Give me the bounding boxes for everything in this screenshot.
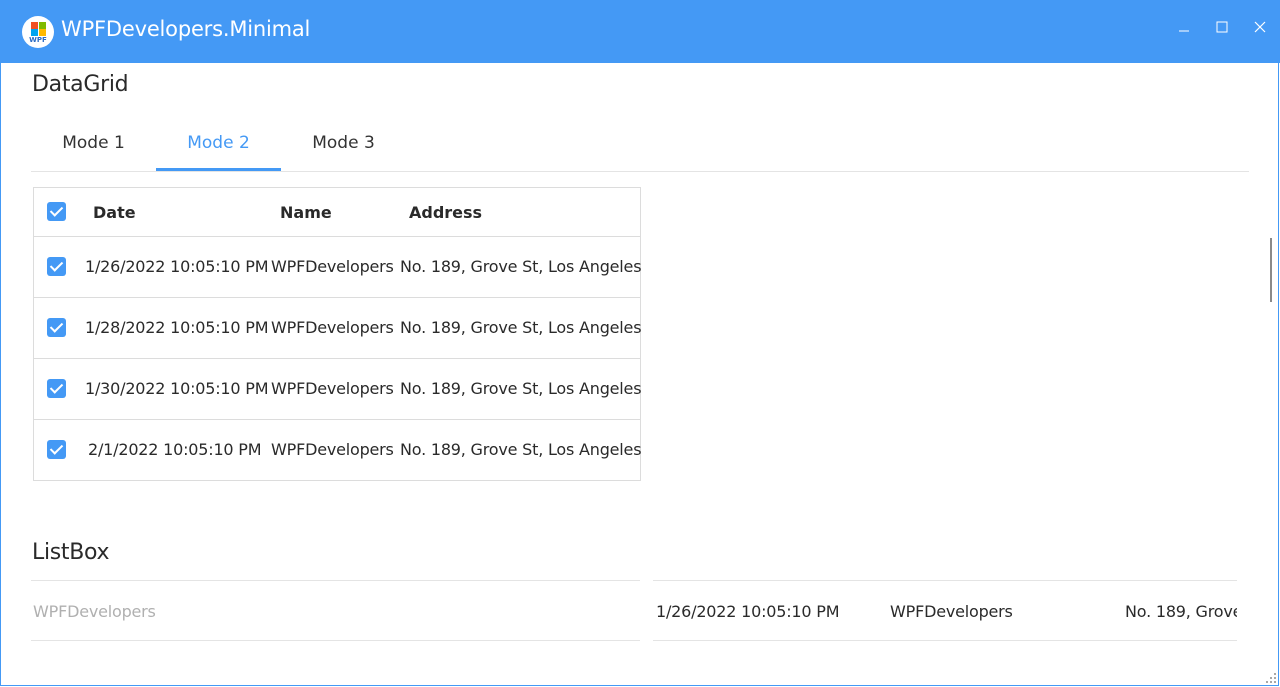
cell-address: No. 189, Grove St, Los Angeles [400,257,642,276]
tab-divider [31,171,1249,172]
data-grid: Date Name Address 1/26/2022 10:05:10 PM … [33,187,642,481]
cell-date: 1/28/2022 10:05:10 PM [85,318,269,337]
listbox-section-title: ListBox [32,540,110,565]
resize-grip-icon[interactable] [1266,673,1276,683]
row-checkbox[interactable] [47,440,66,459]
datagrid-section-title: DataGrid [32,72,129,97]
table-row[interactable]: 2/1/2022 10:05:10 PM WPFDevelopers No. 1… [34,420,642,481]
select-all-checkbox[interactable] [47,202,66,221]
listbox-item-name: WPFDevelopers [890,602,1013,621]
cell-name: WPFDevelopers [271,440,394,459]
cell-address: No. 189, Grove St, Los Angeles [400,440,642,459]
column-header-date[interactable]: Date [93,203,136,222]
row-checkbox[interactable] [47,318,66,337]
table-row[interactable]: 1/26/2022 10:05:10 PM WPFDevelopers No. … [34,237,642,298]
cell-name: WPFDevelopers [271,318,394,337]
listbox-bottom-divider [653,640,1237,641]
row-checkbox[interactable] [47,257,66,276]
tab-mode-3[interactable]: Mode 3 [281,123,406,171]
title-bar: WPF WPFDevelopers.Minimal [0,0,1280,63]
cell-date: 1/26/2022 10:05:10 PM [85,257,269,276]
close-icon [1254,21,1266,33]
maximize-icon [1216,21,1228,33]
column-header-address[interactable]: Address [409,203,482,222]
cell-address: No. 189, Grove St, Los Angeles [400,379,642,398]
cell-name: WPFDevelopers [271,379,394,398]
listbox-item-address: No. 189, Grove [1125,602,1237,621]
listbox-item[interactable]: WPFDevelopers [33,602,156,621]
table-row[interactable]: 1/30/2022 10:05:10 PM WPFDevelopers No. … [34,359,642,420]
cell-address: No. 189, Grove St, Los Angeles [400,318,642,337]
column-header-name[interactable]: Name [280,203,332,222]
cell-name: WPFDevelopers [271,257,394,276]
vertical-scrollbar-thumb[interactable] [1270,238,1272,302]
listbox-item[interactable]: 1/26/2022 10:05:10 PM WPFDevelopers No. … [653,581,1237,640]
tab-mode-2[interactable]: Mode 2 [156,123,281,171]
table-row[interactable]: 1/28/2022 10:05:10 PM WPFDevelopers No. … [34,298,642,359]
app-logo-icon: WPF [22,16,54,48]
grid-header: Date Name Address [34,188,640,237]
listbox-top-divider [31,580,640,581]
row-checkbox[interactable] [47,379,66,398]
minimize-button[interactable] [1173,18,1195,40]
close-button[interactable] [1249,18,1271,40]
listbox-item-date: 1/26/2022 10:05:10 PM [656,602,840,621]
logo-text: WPF [29,36,47,44]
cell-date: 2/1/2022 10:05:10 PM [88,440,262,459]
maximize-button[interactable] [1211,18,1233,40]
minimize-icon [1179,30,1189,32]
listbox-bottom-divider [31,640,640,641]
tab-mode-1[interactable]: Mode 1 [31,123,156,171]
cell-date: 1/30/2022 10:05:10 PM [85,379,269,398]
window-title: WPFDevelopers.Minimal [61,17,311,41]
